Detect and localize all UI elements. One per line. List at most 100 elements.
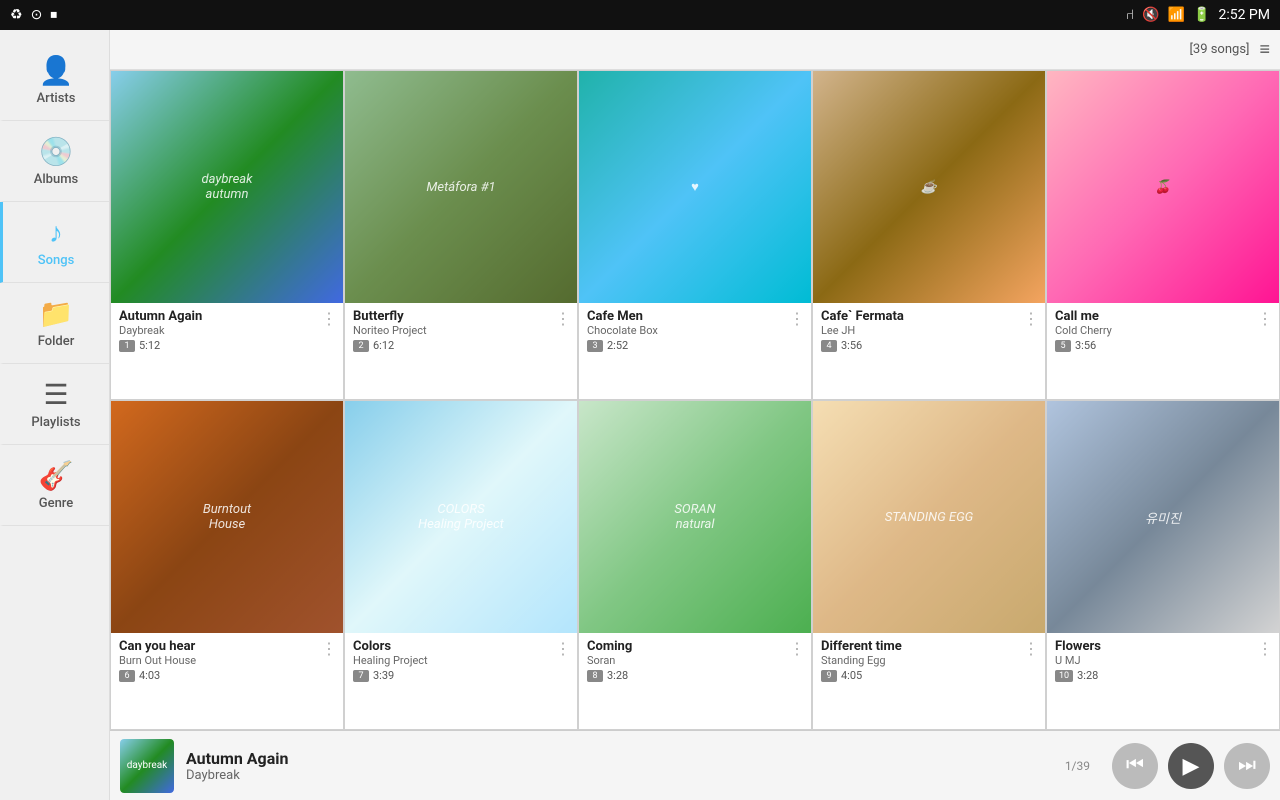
album-number: 2 [353, 340, 369, 352]
album-info: ⋮ Can you hear Burn Out House 6 4:03 [111, 633, 343, 690]
album-more-icon[interactable]: ⋮ [1023, 309, 1039, 328]
album-cover: Metáfora #1 [345, 71, 577, 303]
now-playing-title: Autumn Again [186, 749, 1053, 768]
album-title: Call me [1055, 309, 1271, 324]
play-button[interactable]: ▶ [1168, 743, 1214, 789]
album-more-icon[interactable]: ⋮ [321, 309, 337, 328]
album-info: ⋮ Different time Standing Egg 9 4:05 [813, 633, 1045, 690]
album-cover: COLORS Healing Project [345, 401, 577, 633]
album-card[interactable]: 🍒 ⋮ Call me Cold Cherry 5 3:56 [1046, 70, 1280, 400]
sidebar-item-songs[interactable]: ♪ Songs [0, 202, 109, 283]
album-duration: 2:52 [607, 339, 628, 352]
now-playing-thumbnail: daybreak [120, 739, 174, 793]
playlists-icon: ☰ [43, 378, 68, 411]
album-card[interactable]: SORAN natural ⋮ Coming Soran 8 3:28 [578, 400, 812, 730]
album-artist: U MJ [1055, 654, 1271, 667]
albums-icon: 💿 [39, 135, 74, 168]
battery-icon: 🔋 [1193, 7, 1210, 23]
artists-label: Artists [37, 91, 76, 106]
album-duration: 4:05 [841, 669, 862, 682]
album-meta: 1 5:12 [119, 339, 335, 352]
songs-label: Songs [38, 253, 75, 268]
time-display: 2:52 PM [1218, 7, 1270, 23]
album-card[interactable]: Burntout House ⋮ Can you hear Burn Out H… [110, 400, 344, 730]
previous-button[interactable]: ⏮ [1112, 743, 1158, 789]
album-more-icon[interactable]: ⋮ [1257, 309, 1273, 328]
album-more-icon[interactable]: ⋮ [1023, 639, 1039, 658]
album-cover: ☕ [813, 71, 1045, 303]
album-meta: 7 3:39 [353, 669, 569, 682]
sidebar: 👤 Artists 💿 Albums ♪ Songs 📁 Folder ☰ Pl… [0, 30, 110, 800]
album-more-icon[interactable]: ⋮ [555, 639, 571, 658]
sidebar-item-artists[interactable]: 👤 Artists [0, 40, 109, 121]
album-duration: 3:28 [1077, 669, 1098, 682]
album-duration: 4:03 [139, 669, 160, 682]
album-info: ⋮ Butterfly Noriteo Project 2 6:12 [345, 303, 577, 360]
folder-icon: 📁 [39, 297, 74, 330]
album-cover: 🍒 [1047, 71, 1279, 303]
sidebar-item-genre[interactable]: 🎸 Genre [0, 445, 109, 526]
album-meta: 5 3:56 [1055, 339, 1271, 352]
album-artist: Healing Project [353, 654, 569, 667]
album-more-icon[interactable]: ⋮ [321, 639, 337, 658]
album-artist: Burn Out House [119, 654, 335, 667]
album-card[interactable]: 유미진 ⋮ Flowers U MJ 10 3:28 [1046, 400, 1280, 730]
album-number: 9 [821, 670, 837, 682]
album-meta: 9 4:05 [821, 669, 1037, 682]
album-more-icon[interactable]: ⋮ [789, 639, 805, 658]
album-meta: 3 2:52 [587, 339, 803, 352]
sidebar-item-folder[interactable]: 📁 Folder [0, 283, 109, 364]
album-duration: 6:12 [373, 339, 394, 352]
album-number: 5 [1055, 340, 1071, 352]
album-duration: 5:12 [139, 339, 160, 352]
album-cover: daybreak autumn [111, 71, 343, 303]
content-area: [39 songs] ≡ daybreak autumn ⋮ Autumn Ag… [110, 30, 1280, 800]
album-artist: Chocolate Box [587, 324, 803, 337]
sidebar-item-albums[interactable]: 💿 Albums [0, 121, 109, 202]
album-more-icon[interactable]: ⋮ [789, 309, 805, 328]
album-info: ⋮ Flowers U MJ 10 3:28 [1047, 633, 1279, 690]
album-card[interactable]: COLORS Healing Project ⋮ Colors Healing … [344, 400, 578, 730]
album-artist: Lee JH [821, 324, 1037, 337]
app-icon-1: ♻ [10, 7, 23, 23]
next-button[interactable]: ⏭ [1224, 743, 1270, 789]
album-info: ⋮ Coming Soran 8 3:28 [579, 633, 811, 690]
album-artist: Cold Cherry [1055, 324, 1271, 337]
album-card[interactable]: daybreak autumn ⋮ Autumn Again Daybreak … [110, 70, 344, 400]
albums-label: Albums [34, 172, 78, 187]
now-playing-artist: Daybreak [186, 768, 1053, 783]
wifi-icon: 📶 [1168, 7, 1185, 23]
album-duration: 3:39 [373, 669, 394, 682]
album-title: Autumn Again [119, 309, 335, 324]
songs-icon: ♪ [49, 216, 63, 249]
album-card[interactable]: Metáfora #1 ⋮ Butterfly Noriteo Project … [344, 70, 578, 400]
album-cover: Burntout House [111, 401, 343, 633]
album-meta: 10 3:28 [1055, 669, 1271, 682]
album-more-icon[interactable]: ⋮ [555, 309, 571, 328]
album-card[interactable]: STANDING EGG ⋮ Different time Standing E… [812, 400, 1046, 730]
album-title: Butterfly [353, 309, 569, 324]
album-artist: Daybreak [119, 324, 335, 337]
album-title: Can you hear [119, 639, 335, 654]
status-bar-right: ⑁ 🔇 📶 🔋 2:52 PM [1126, 7, 1270, 23]
track-counter: 1/39 [1065, 759, 1090, 773]
playlists-label: Playlists [31, 415, 80, 430]
folder-label: Folder [38, 334, 75, 349]
album-card[interactable]: ♥ ⋮ Cafe Men Chocolate Box 3 2:52 [578, 70, 812, 400]
album-more-icon[interactable]: ⋮ [1257, 639, 1273, 658]
main-container: 👤 Artists 💿 Albums ♪ Songs 📁 Folder ☰ Pl… [0, 30, 1280, 800]
album-card[interactable]: ☕ ⋮ Cafe` Fermata Lee JH 4 3:56 [812, 70, 1046, 400]
now-playing-info: Autumn Again Daybreak [186, 749, 1053, 783]
album-number: 8 [587, 670, 603, 682]
album-number: 10 [1055, 670, 1073, 682]
album-duration: 3:56 [1075, 339, 1096, 352]
album-number: 4 [821, 340, 837, 352]
album-info: ⋮ Call me Cold Cherry 5 3:56 [1047, 303, 1279, 360]
album-cover: ♥ [579, 71, 811, 303]
list-view-icon[interactable]: ≡ [1259, 39, 1270, 60]
album-artist: Soran [587, 654, 803, 667]
now-playing-bar: daybreak Autumn Again Daybreak 1/39 ⏮ ▶ … [110, 730, 1280, 800]
sidebar-item-playlists[interactable]: ☰ Playlists [0, 364, 109, 445]
bluetooth-icon: ⑁ [1126, 7, 1134, 23]
album-cover: 유미진 [1047, 401, 1279, 633]
